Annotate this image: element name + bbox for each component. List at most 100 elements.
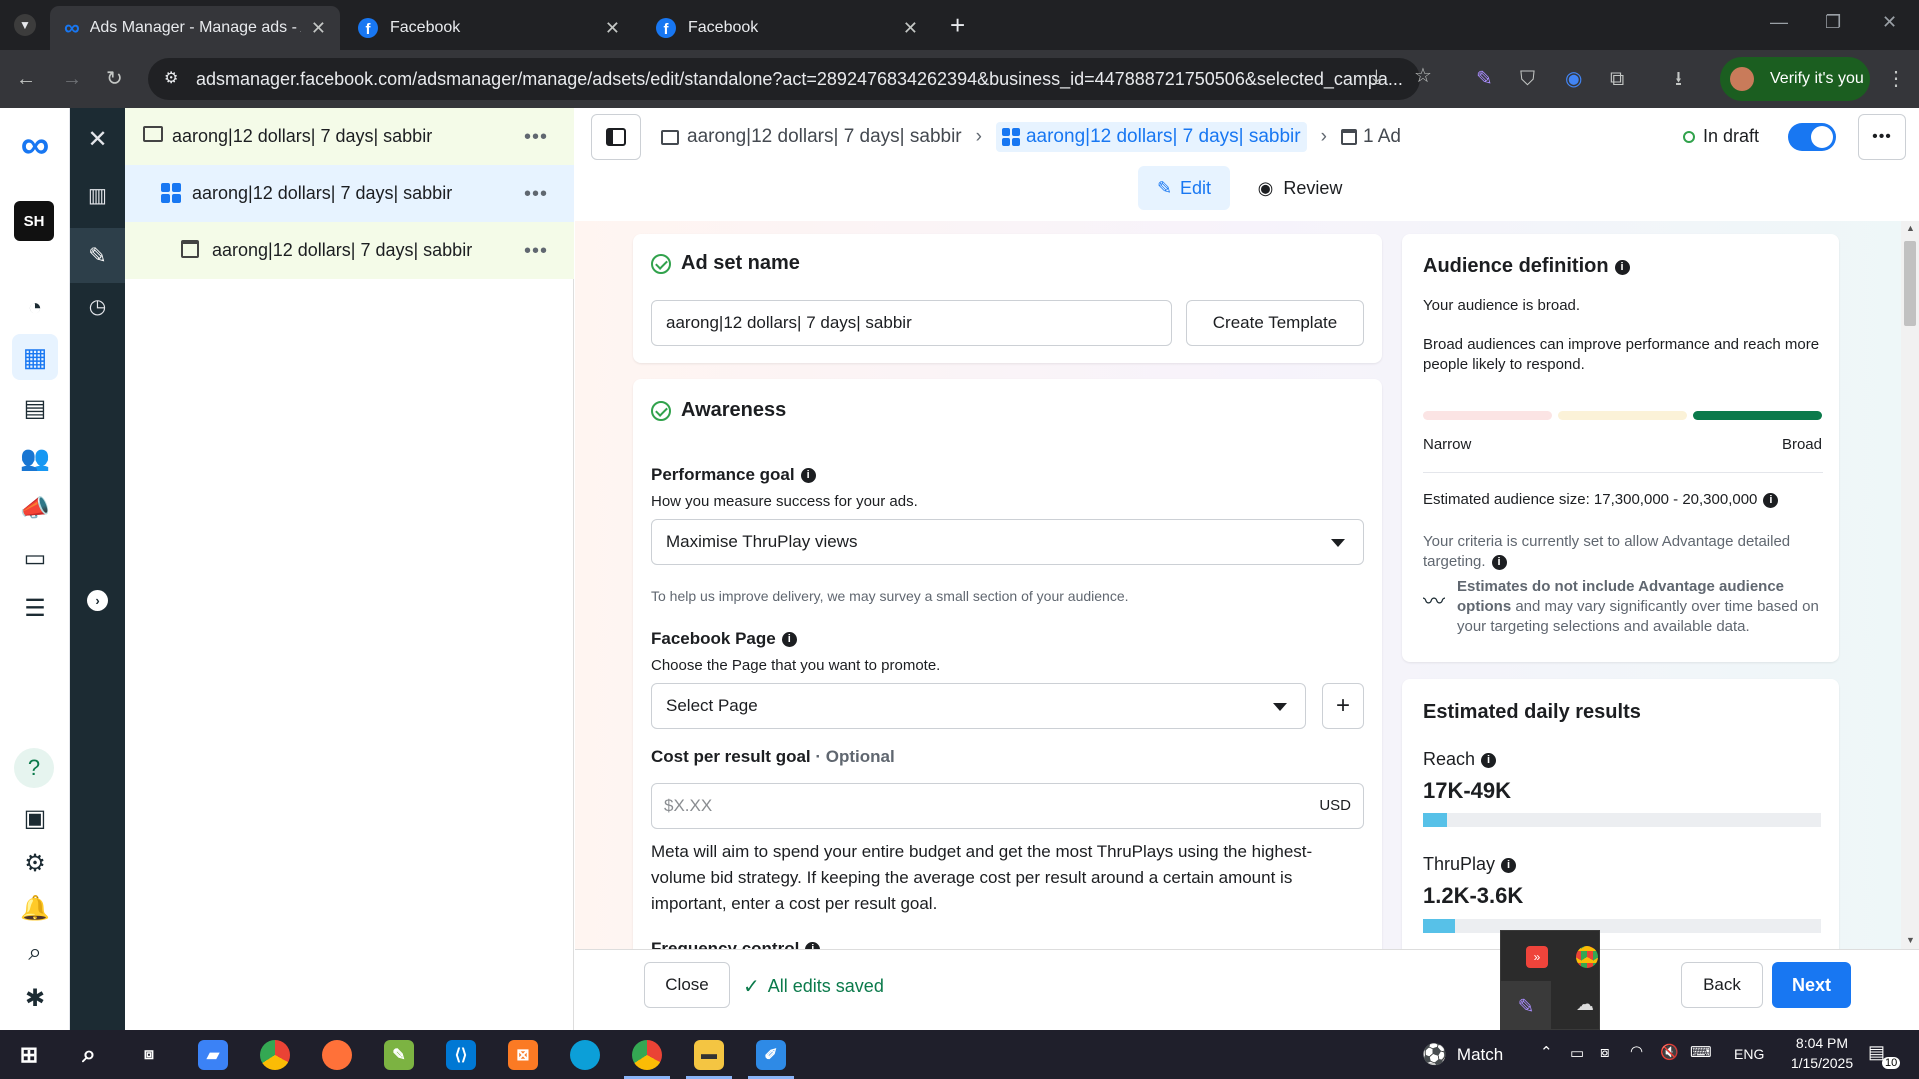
- reload-icon[interactable]: ↻: [106, 67, 123, 91]
- ads-manager-nav[interactable]: ▦: [12, 334, 58, 380]
- meta-logo-icon[interactable]: ∞: [14, 123, 56, 167]
- close-editor-icon[interactable]: ✕: [82, 124, 113, 155]
- browser-tab-facebook-2[interactable]: f Facebook ✕: [642, 6, 932, 50]
- clock-time[interactable]: 8:04 PM: [1786, 1035, 1858, 1051]
- file-explorer-taskbar-icon[interactable]: ▬: [694, 1040, 724, 1070]
- verify-profile-button[interactable]: Verify it's you: [1720, 57, 1870, 101]
- language-indicator[interactable]: ENG: [1734, 1046, 1764, 1062]
- browser-tab-facebook-1[interactable]: f Facebook ✕: [344, 6, 634, 50]
- browser-menu-icon[interactable]: ⋮: [1886, 67, 1906, 91]
- account-avatar[interactable]: SH: [14, 201, 54, 241]
- breadcrumb-campaign[interactable]: aarong|12 dollars| 7 days| sabbir: [687, 126, 962, 148]
- chrome-taskbar-icon[interactable]: [260, 1040, 290, 1070]
- performance-goal-select[interactable]: Maximise ThruPlay views: [651, 519, 1364, 565]
- firefox-taskbar-icon[interactable]: [322, 1040, 352, 1070]
- dashboard-gauge-icon[interactable]: ◔: [20, 293, 50, 323]
- app-blue-icon[interactable]: ▰: [198, 1040, 228, 1070]
- wifi-icon[interactable]: ◠: [1630, 1042, 1643, 1060]
- more-actions-button[interactable]: •••: [1858, 114, 1906, 160]
- breadcrumb-ad[interactable]: 1 Ad: [1363, 126, 1401, 148]
- new-tab-icon[interactable]: +: [950, 10, 965, 41]
- extensions-puzzle-icon[interactable]: ⧉: [1610, 67, 1624, 91]
- close-button[interactable]: Close: [644, 962, 730, 1008]
- performance-chart-icon[interactable]: ▥: [82, 180, 113, 211]
- chrome-profile-taskbar-icon[interactable]: [632, 1040, 662, 1070]
- forward-arrow-icon[interactable]: →: [62, 67, 82, 91]
- site-info-icon[interactable]: ⚙: [164, 68, 178, 88]
- more-options-icon[interactable]: •••: [524, 240, 548, 263]
- scroll-down-arrow-icon[interactable]: ▼: [1906, 935, 1915, 945]
- close-window-icon[interactable]: ✕: [1882, 12, 1897, 33]
- info-icon[interactable]: i: [805, 942, 821, 949]
- install-app-icon[interactable]: ⤓: [1372, 65, 1381, 89]
- address-bar[interactable]: ⚙ adsmanager.facebook.com/adsmanager/man…: [148, 58, 1420, 100]
- task-view-icon[interactable]: ⧈: [134, 1040, 164, 1070]
- show-hidden-icons-icon[interactable]: ⌃: [1540, 1043, 1553, 1061]
- adset-name-input[interactable]: aarong|12 dollars| 7 days| sabbir: [651, 300, 1172, 346]
- downloads-icon[interactable]: ⭳: [1675, 67, 1682, 91]
- close-tab-icon[interactable]: ✕: [903, 18, 918, 39]
- info-icon[interactable]: i: [1614, 260, 1630, 276]
- extension-blue-icon[interactable]: ◉: [1565, 67, 1582, 91]
- paint-taskbar-icon[interactable]: ✐: [756, 1040, 786, 1070]
- vscode-taskbar-icon[interactable]: ⟨⟩: [446, 1040, 476, 1070]
- browser-tab-ads-manager[interactable]: ∞ Ads Manager - Manage ads - A ✕: [50, 6, 340, 50]
- history-clock-icon[interactable]: ◷: [82, 291, 113, 322]
- review-mode-tab[interactable]: ◉ Review: [1245, 166, 1355, 210]
- minimize-icon[interactable]: —: [1770, 12, 1788, 33]
- audiences-icon[interactable]: 👥: [20, 443, 50, 473]
- extension-shield-icon[interactable]: ⛉: [1520, 67, 1535, 91]
- tray-device-icon[interactable]: ▭: [1570, 1044, 1584, 1062]
- toggle-panel-button[interactable]: [591, 114, 641, 160]
- volume-muted-icon[interactable]: 🔇: [1660, 1043, 1679, 1061]
- tray-camera-icon[interactable]: ⧇: [1600, 1044, 1610, 1061]
- content-scrollbar[interactable]: ▲ ▼: [1901, 221, 1919, 949]
- info-icon[interactable]: i: [800, 468, 816, 484]
- search-icon[interactable]: ⌕: [20, 938, 50, 968]
- active-toggle[interactable]: [1788, 123, 1836, 151]
- back-arrow-icon[interactable]: ←: [16, 67, 36, 91]
- xampp-taskbar-icon[interactable]: ⊠: [508, 1040, 538, 1070]
- reports-icon[interactable]: ▤: [20, 393, 50, 423]
- facebook-page-select[interactable]: Select Page: [651, 683, 1306, 729]
- billing-card-icon[interactable]: ▭: [20, 543, 50, 573]
- info-icon[interactable]: i: [1501, 857, 1517, 873]
- scrollbar-thumb[interactable]: [1904, 241, 1916, 326]
- windows-start-icon[interactable]: ⊞: [14, 1040, 44, 1070]
- anydesk-tray-icon[interactable]: »: [1526, 946, 1548, 968]
- notifications-bell-icon[interactable]: 🔔: [20, 893, 50, 923]
- bookmark-star-icon[interactable]: ☆: [1414, 64, 1432, 88]
- notepad-taskbar-icon[interactable]: ✎: [384, 1040, 414, 1070]
- clock-date[interactable]: 1/15/2025: [1786, 1055, 1858, 1071]
- tree-item-campaign[interactable]: aarong|12 dollars| 7 days| sabbir •••: [125, 108, 574, 165]
- info-icon[interactable]: i: [1491, 554, 1507, 570]
- add-page-button[interactable]: +: [1322, 683, 1364, 729]
- tab-list-chevron-icon[interactable]: ▼: [14, 14, 36, 36]
- back-button[interactable]: Back: [1681, 962, 1763, 1008]
- next-button[interactable]: Next: [1772, 962, 1851, 1008]
- create-template-button[interactable]: Create Template: [1186, 300, 1364, 346]
- pen-tray-icon[interactable]: ✎: [1501, 981, 1551, 1031]
- bug-report-icon[interactable]: ✱: [20, 983, 50, 1013]
- expand-chevron-icon[interactable]: ›: [87, 590, 108, 611]
- tree-item-adset[interactable]: aarong|12 dollars| 7 days| sabbir •••: [125, 165, 574, 222]
- tree-item-ad[interactable]: aarong|12 dollars| 7 days| sabbir •••: [125, 222, 574, 279]
- edit-mode-tab[interactable]: ✎ Edit: [1138, 166, 1230, 210]
- close-tab-icon[interactable]: ✕: [311, 18, 326, 39]
- help-icon[interactable]: ?: [14, 748, 54, 788]
- info-icon[interactable]: i: [1763, 492, 1779, 508]
- edge-taskbar-icon[interactable]: [570, 1040, 600, 1070]
- all-tools-menu-icon[interactable]: ☰: [20, 593, 50, 623]
- more-options-icon[interactable]: •••: [524, 126, 548, 149]
- megaphone-icon[interactable]: 📣: [20, 493, 50, 523]
- news-icon[interactable]: ▣: [20, 803, 50, 833]
- chrome-tray-icon[interactable]: [1576, 946, 1598, 968]
- edit-mode-pencil[interactable]: ✎: [70, 228, 125, 283]
- info-icon[interactable]: i: [1481, 752, 1497, 768]
- settings-gear-icon[interactable]: ⚙: [20, 848, 50, 878]
- close-tab-icon[interactable]: ✕: [605, 18, 620, 39]
- cost-goal-input[interactable]: $X.XX USD: [651, 783, 1364, 829]
- cloud-offline-tray-icon[interactable]: ☁: [1576, 994, 1594, 1015]
- search-icon[interactable]: ⌕: [74, 1040, 104, 1070]
- maximize-icon[interactable]: ❐: [1825, 12, 1841, 33]
